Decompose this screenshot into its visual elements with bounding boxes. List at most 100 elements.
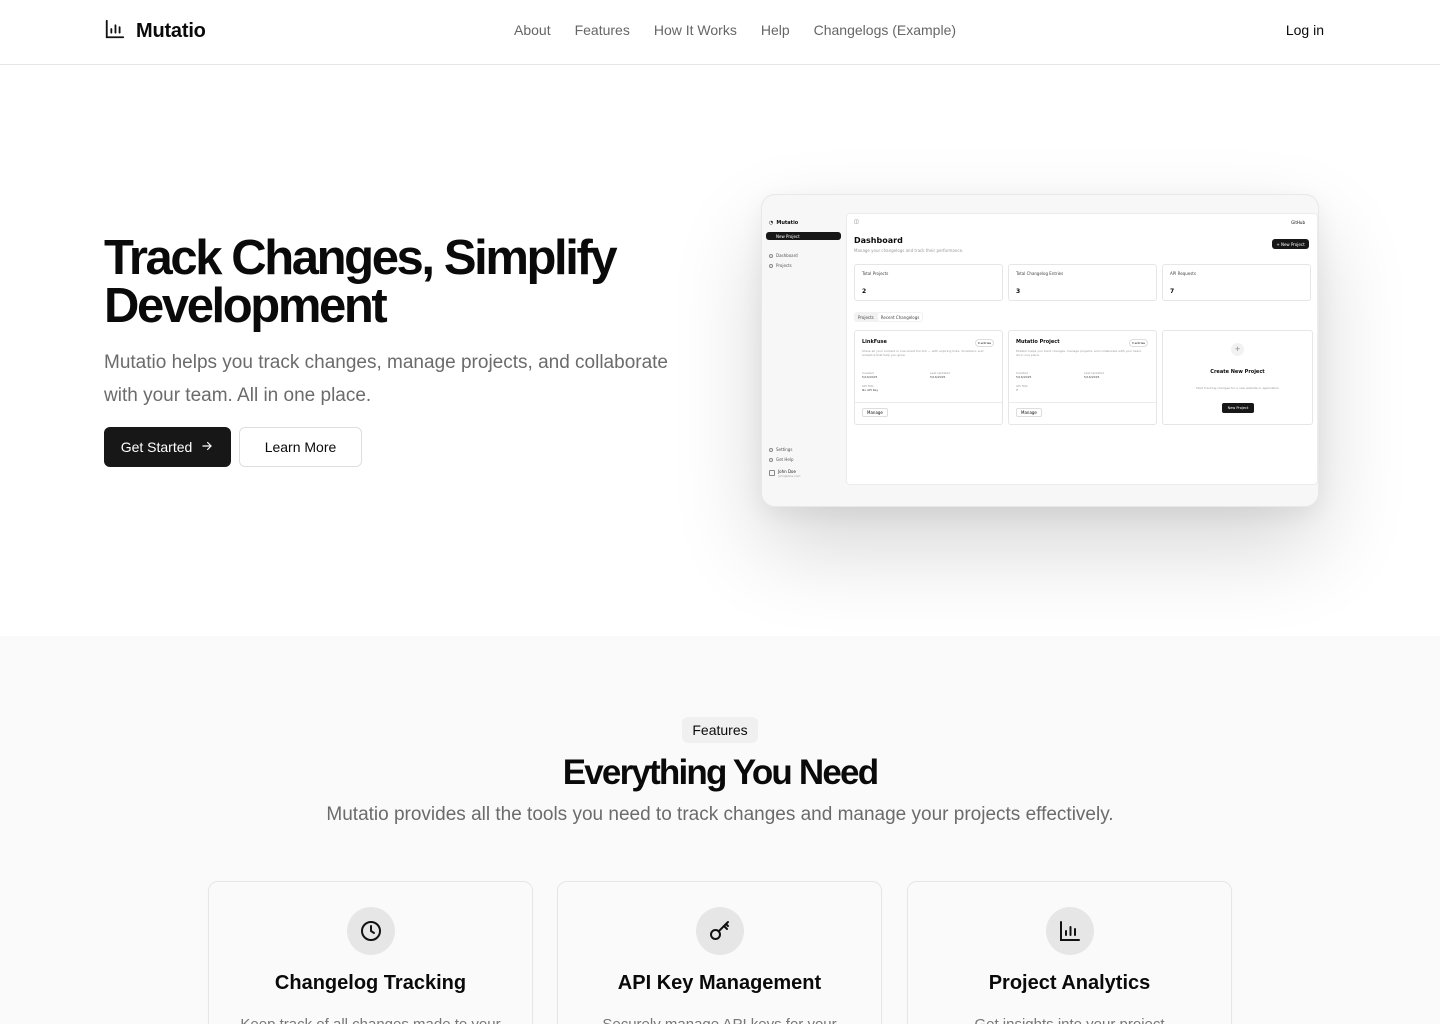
create-desc: Start tracking changes for a new website… (1195, 386, 1280, 390)
nav-link-features[interactable]: Features (575, 22, 630, 38)
created-value: 5/16/2025 (1016, 375, 1032, 379)
stat-value: 3 (1016, 288, 1021, 295)
api-value: 7 (1016, 388, 1018, 392)
project-desc: Mutatio helps you track changes, manage … (1016, 349, 1143, 357)
create-title: Create New Project (1210, 369, 1265, 375)
preview-nav-projects: Projects (769, 263, 792, 268)
created-value: 5/16/2025 (862, 375, 878, 379)
help-icon (769, 457, 773, 462)
stat-value: 2 (862, 288, 867, 295)
preview-tab-recent-changelogs: Recent Changelogs (877, 313, 923, 321)
updated-value: 5/16/2025 (1084, 375, 1100, 379)
preview-nav-settings: Settings (769, 447, 792, 452)
preview-title: Dashboard (854, 236, 903, 245)
manage-button: Manage (862, 408, 888, 417)
brand-logo[interactable]: Mutatio (104, 18, 206, 45)
stat-value: 7 (1170, 288, 1175, 295)
stat-label: API Requests (1170, 271, 1196, 276)
preview-github: GitHub (1291, 220, 1305, 225)
folder-icon (769, 263, 773, 268)
hero-subtitle: Mutatio helps you track changes, manage … (104, 352, 668, 406)
preview-user: John Doe john@doe.com (769, 470, 800, 478)
nav-link-how-it-works[interactable]: How It Works (654, 22, 737, 38)
feature-card-changelog: Changelog Tracking Keep track of all cha… (208, 881, 533, 1024)
card-divider (1009, 402, 1156, 403)
preview-nav-projects-label: Projects (776, 263, 792, 268)
brand-name: Mutatio (136, 20, 206, 42)
preview-nav-settings-label: Settings (776, 447, 793, 452)
hero-title: Track Changes, Simplify Development (104, 231, 618, 333)
features-section: Features Everything You Need Mutatio pro… (0, 636, 1440, 1024)
project-desc: Share all your content in one smart bio … (862, 349, 984, 357)
feature-desc: Keep track of all changes made to your (209, 1016, 532, 1024)
features-pill: Features (682, 717, 758, 743)
features-subtitle: Mutatio provides all the tools you need … (326, 804, 1114, 825)
features-title: Everything You Need (562, 753, 879, 792)
preview-user-email: john@doe.com (778, 474, 801, 478)
preview-logo: ◔ Mutatio (769, 220, 798, 226)
feature-desc: Get insights into your project (908, 1016, 1231, 1024)
card-divider (855, 402, 1002, 403)
preview-project-card: Mutatio Project 3 entries Mutatio helps … (1008, 330, 1157, 425)
preview-nav-help-label: Get Help (776, 457, 794, 462)
create-button: New Project (1222, 403, 1254, 413)
preview-stat-card: API Requests 7 (1162, 264, 1311, 301)
learn-more-button[interactable]: Learn More (239, 427, 362, 467)
stat-label: Total Projects (862, 271, 889, 276)
avatar (769, 470, 775, 476)
top-nav: Mutatio About Features How It Works Help… (0, 0, 1440, 65)
api-block: API Hits 7 (1016, 384, 1028, 392)
updated-block: Last Updated 5/16/2025 (1084, 371, 1104, 379)
feature-title: API Key Management (617, 972, 822, 994)
preview-stat-card: Total Projects 2 (854, 264, 1003, 301)
plus-icon: + (1231, 343, 1244, 356)
preview-nav-dashboard-label: Dashboard (776, 253, 798, 258)
bar-chart-icon (104, 18, 126, 45)
learn-more-label: Learn More (264, 439, 337, 455)
preview-nav-help: Get Help (769, 457, 794, 462)
updated-value: 5/16/2025 (930, 375, 946, 379)
preview-tab-projects: Projects (858, 315, 874, 320)
stat-label: Total Changelog Entries (1016, 271, 1064, 276)
preview-app-name: Mutatio (776, 220, 799, 226)
logo-icon: ◔ (769, 220, 774, 226)
manage-button: Manage (1016, 408, 1042, 417)
preview-project-card: LinkFuse 0 entries Share all your conten… (854, 330, 1003, 425)
created-block: Created 5/16/2025 (1016, 371, 1031, 379)
get-started-button[interactable]: Get Started (104, 427, 231, 467)
nav-link-about[interactable]: About (514, 22, 551, 38)
key-icon (696, 907, 744, 955)
preview-create-card: + Create New Project Start tracking chan… (1162, 330, 1313, 425)
nav-link-changelogs[interactable]: Changelogs (Example) (814, 22, 956, 38)
bar-chart-icon (1046, 907, 1094, 955)
nav-links: About Features How It Works Help Changel… (514, 22, 956, 38)
feature-card-analytics: Project Analytics Get insights into your… (907, 881, 1232, 1024)
feature-desc: Securely manage API keys for your (558, 1016, 881, 1024)
preview-new-button: + New Project (1272, 239, 1309, 249)
preview-subtitle: Manage your changelogs and track their p… (854, 248, 964, 253)
feature-title: Changelog Tracking (274, 972, 467, 994)
login-link[interactable]: Log in (1286, 22, 1324, 38)
updated-block: Last Updated 5/16/2025 (930, 371, 950, 379)
api-value: No API Key (862, 388, 879, 392)
arrow-right-icon (200, 439, 214, 456)
clock-icon (347, 907, 395, 955)
gear-icon (769, 447, 773, 452)
project-name: LinkFuse (862, 339, 887, 345)
dashboard-preview: ◔ Mutatio New Project Dashboard Projects… (761, 194, 1319, 507)
preview-main: ◫ GitHub Dashboard Manage your changelog… (846, 213, 1318, 485)
preview-stat-card: Total Changelog Entries 3 (1008, 264, 1157, 301)
feature-title: Project Analytics (988, 972, 1151, 994)
api-block: API Hits No API Key (862, 384, 878, 392)
preview-tabs: Projects Recent Changelogs (854, 312, 924, 322)
preview-nav-dashboard: Dashboard (769, 253, 798, 258)
created-block: Created 5/16/2025 (862, 371, 877, 379)
project-name: Mutatio Project (1016, 339, 1060, 345)
preview-sidebar: ◔ Mutatio New Project Dashboard Projects… (762, 213, 844, 485)
entries-badge: 3 entries (1128, 339, 1148, 347)
feature-card-api-keys: API Key Management Securely manage API k… (557, 881, 882, 1024)
preview-new-project: New Project (766, 232, 841, 240)
sidebar-toggle-icon: ◫ (854, 219, 859, 225)
preview-user-info: John Doe john@doe.com (778, 470, 801, 479)
nav-link-help[interactable]: Help (761, 22, 790, 38)
